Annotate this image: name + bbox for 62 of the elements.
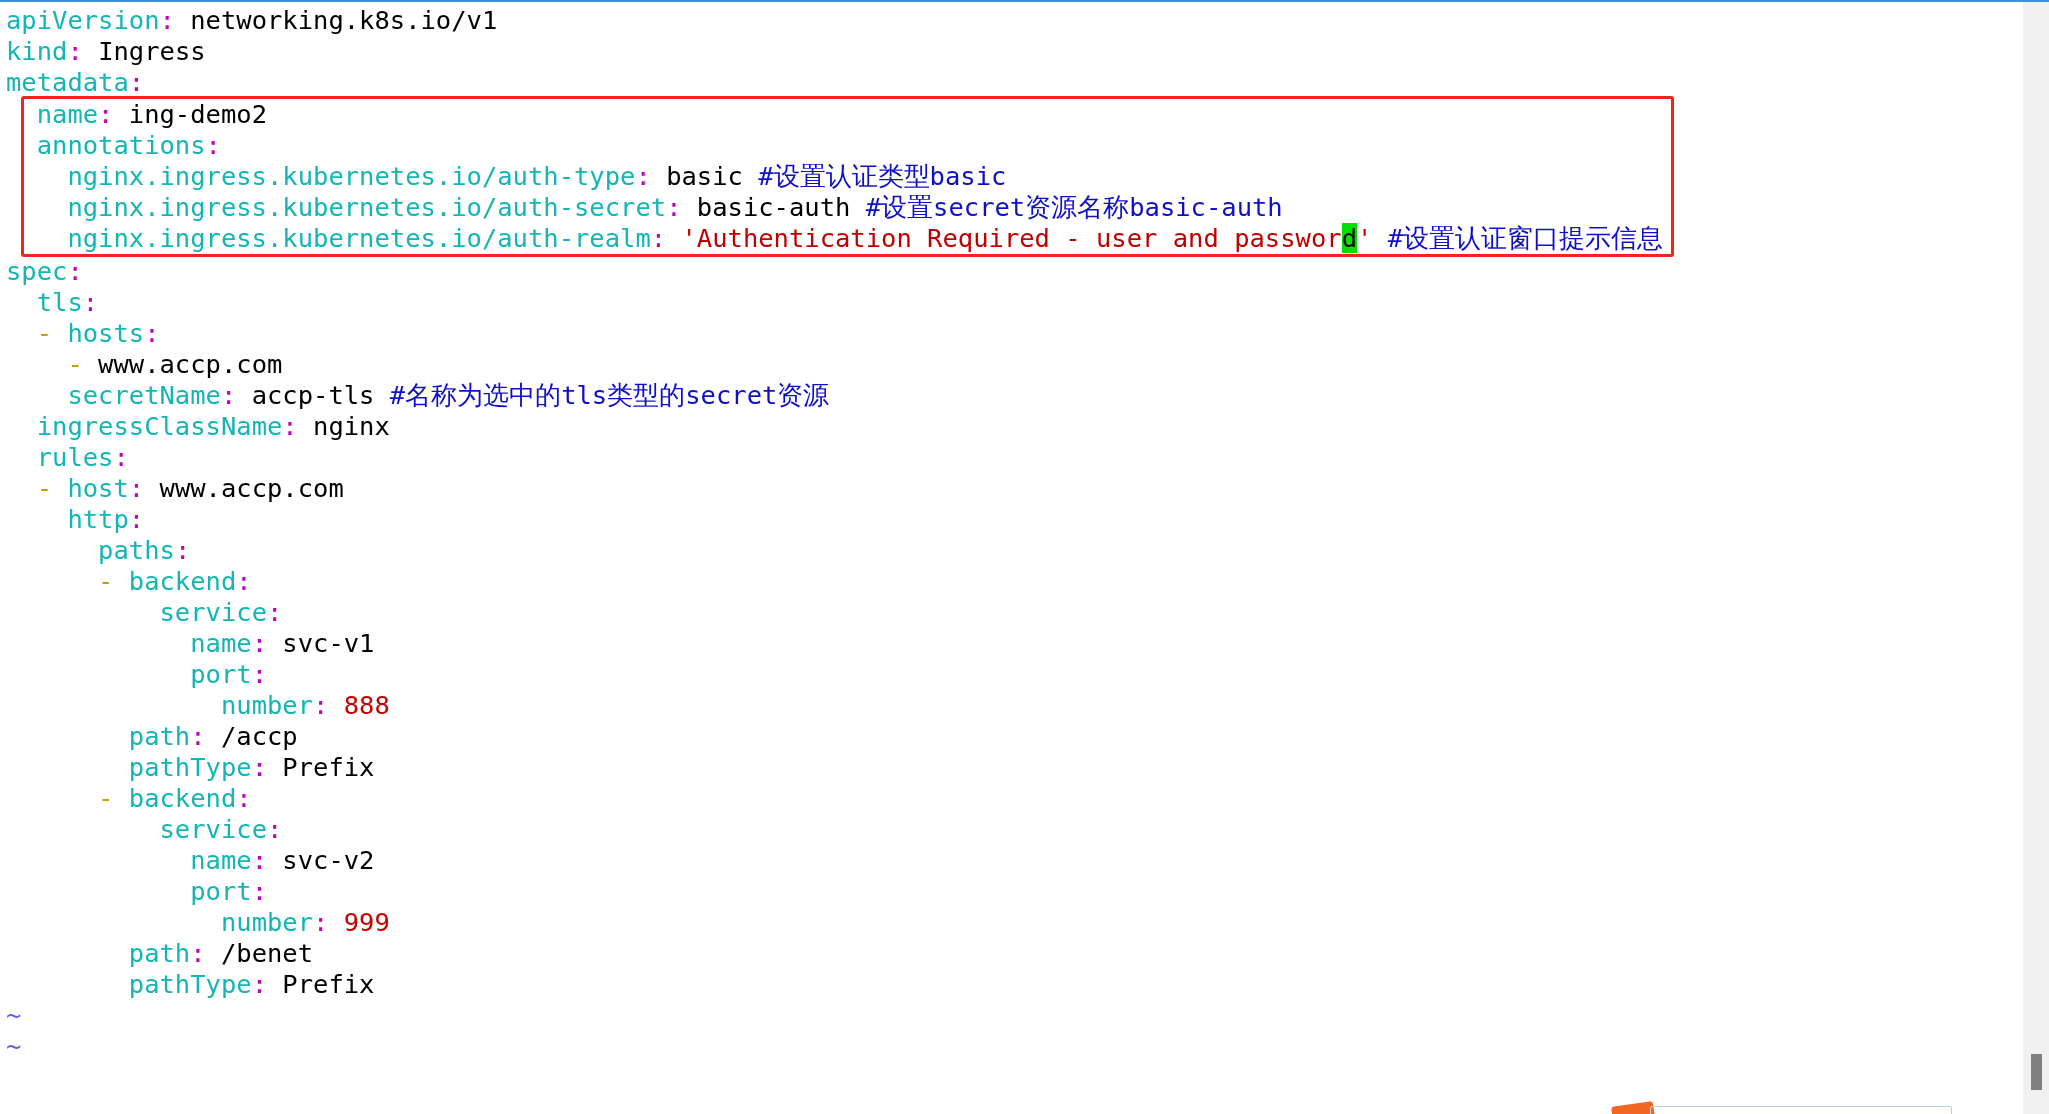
- yaml-value: Ingress: [98, 36, 206, 66]
- yaml-key: backend:: [128, 783, 252, 813]
- yaml-value: www.accp.com: [98, 349, 283, 379]
- yaml-key: http:: [67, 504, 145, 534]
- yaml-value: 888: [343, 690, 390, 720]
- yaml-key: hosts:: [67, 318, 160, 348]
- yaml-key: number:: [220, 907, 329, 937]
- yaml-value: nginx: [313, 411, 390, 441]
- list-dash: -: [36, 473, 53, 503]
- yaml-key: port:: [190, 876, 267, 906]
- yaml-value: svc-v1: [282, 628, 375, 658]
- empty-line-tilde: ~: [6, 1031, 22, 1061]
- yaml-key: paths:: [98, 535, 191, 565]
- yaml-key: tls:: [36, 287, 99, 317]
- yaml-value: www.accp.com: [159, 473, 344, 503]
- code-comment: #设置认证类型basic: [758, 161, 1007, 191]
- yaml-key: rules:: [36, 442, 129, 472]
- yaml-value: 999: [343, 907, 390, 937]
- scrollbar-thumb[interactable]: [2031, 1054, 2042, 1090]
- yaml-key: path:: [128, 938, 206, 968]
- yaml-key: ingressClassName:: [36, 411, 298, 441]
- yaml-key: apiVersion:: [6, 5, 175, 35]
- yaml-key: port:: [190, 659, 267, 689]
- yaml-key: annotations:: [36, 130, 221, 160]
- yaml-value: /accp: [220, 721, 298, 751]
- yaml-value: ing-demo2: [128, 99, 267, 129]
- yaml-value: networking.k8s.io/v1: [190, 5, 498, 35]
- scrollbar[interactable]: [2023, 2, 2049, 1114]
- yaml-key: backend:: [128, 566, 252, 596]
- list-dash: -: [98, 783, 114, 813]
- yaml-value: 'Authentication Required - user and password': [681, 223, 1373, 253]
- yaml-key: metadata:: [6, 67, 145, 97]
- yaml-key: name:: [190, 628, 267, 658]
- code-comment: #名称为选中的tls类型的secret资源: [389, 380, 830, 410]
- empty-line-tilde: ~: [6, 1000, 22, 1030]
- yaml-key: secretName:: [67, 380, 237, 410]
- list-dash: -: [67, 349, 83, 379]
- yaml-key: host:: [67, 473, 145, 503]
- list-dash: -: [98, 566, 114, 596]
- yaml-value: basic: [666, 161, 743, 191]
- yaml-value: accp-tls: [251, 380, 375, 410]
- code-comment: #设置认证窗口提示信息: [1387, 223, 1664, 253]
- yaml-key: kind:: [6, 36, 83, 66]
- yaml-key: service:: [159, 814, 283, 844]
- yaml-key: spec:: [6, 256, 83, 286]
- yaml-key: pathType:: [128, 969, 267, 999]
- yaml-key: service:: [159, 597, 283, 627]
- yaml-key: number:: [220, 690, 329, 720]
- yaml-value: Prefix: [282, 752, 375, 782]
- code-comment: #设置secret资源名称basic-auth: [865, 192, 1283, 222]
- yaml-key: pathType:: [128, 752, 267, 782]
- yaml-value: Prefix: [282, 969, 375, 999]
- yaml-key: path:: [128, 721, 206, 751]
- yaml-key: nginx.ingress.kubernetes.io/auth-type:: [67, 161, 651, 191]
- yaml-key: nginx.ingress.kubernetes.io/auth-realm:: [67, 223, 667, 253]
- yaml-key: name:: [190, 845, 267, 875]
- yaml-value: basic-auth: [696, 192, 851, 222]
- yaml-key: nginx.ingress.kubernetes.io/auth-secret:: [67, 192, 682, 222]
- yaml-value: svc-v2: [282, 845, 375, 875]
- list-dash: -: [36, 318, 53, 348]
- yaml-key: name:: [36, 99, 114, 129]
- yaml-value: /benet: [220, 938, 314, 968]
